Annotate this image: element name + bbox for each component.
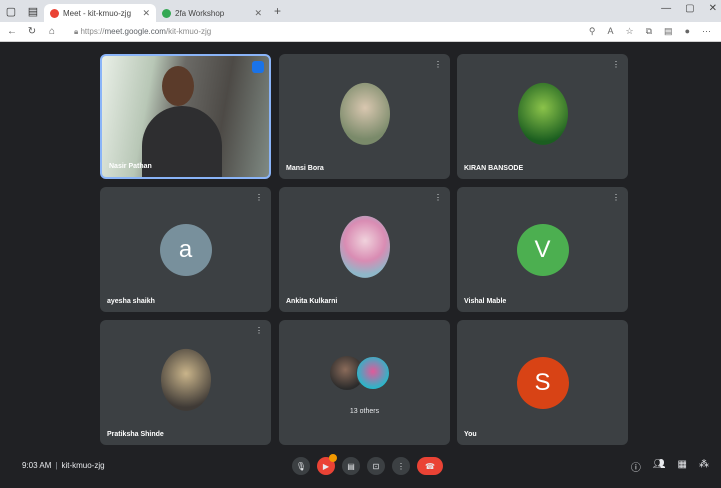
side-controls: ⓘ 👥︎ ▦ ⁂ xyxy=(631,459,709,474)
participant-tile[interactable]: ⋮ KIRAN BANSODE xyxy=(457,54,628,179)
meet-favicon-icon xyxy=(50,8,59,18)
more-options-icon[interactable]: ⋮ xyxy=(255,326,263,335)
tab-workshop[interactable]: 2fa Workshop ✕ xyxy=(156,4,268,22)
participant-avatar: V xyxy=(516,223,569,276)
others-tile[interactable]: 13 others xyxy=(279,320,450,445)
extensions-icon[interactable]: ⧉ xyxy=(646,26,652,37)
profile-icon[interactable]: ● xyxy=(685,26,690,37)
meeting-time: 9:03 AM xyxy=(22,461,52,470)
tab-label: 2fa Workshop xyxy=(175,8,225,18)
chat-icon[interactable]: ▦ xyxy=(678,459,687,474)
more-options-icon[interactable]: ⋮ xyxy=(434,60,442,69)
more-options-icon[interactable]: ⋮ xyxy=(612,193,620,202)
participant-tile[interactable]: ⋮ Pratiksha Shinde xyxy=(100,320,271,445)
call-controls: 🎙︎ ▶ ▤ ⊡ ⋮ ☎ xyxy=(292,454,443,475)
separator: | xyxy=(55,461,58,470)
participant-tile[interactable]: ⋮ Mansi Bora xyxy=(279,54,450,179)
participant-avatar: a xyxy=(159,223,212,276)
others-count: 13 others xyxy=(349,408,380,415)
participant-photo xyxy=(339,82,390,145)
captions-icon[interactable]: ▤ xyxy=(342,457,360,475)
browser-menu-icon[interactable]: ⋯ xyxy=(702,26,711,37)
meeting-info: 9:03 AM | kit-kmuo-zjg xyxy=(22,461,105,470)
more-options-icon[interactable]: ⋮ xyxy=(434,193,442,202)
more-options-icon[interactable]: ⋮ xyxy=(392,457,410,475)
participant-name: You xyxy=(464,431,477,438)
more-options-icon[interactable]: ⋮ xyxy=(612,60,620,69)
maximize-icon[interactable]: ▢ xyxy=(685,3,694,14)
camera-icon[interactable]: ▶ xyxy=(317,454,337,475)
people-icon[interactable]: 👥︎ xyxy=(653,459,666,474)
participant-photo xyxy=(517,82,568,145)
self-tile[interactable]: S You xyxy=(457,320,628,445)
browser-toolbar: ⚲ A ☆ ⧉ ▤ ● ⋯ xyxy=(589,26,711,37)
participant-tile[interactable]: ⋮ Ankita Kulkarni xyxy=(279,187,450,312)
mic-icon[interactable]: 🎙︎ xyxy=(292,457,310,475)
participant-photo xyxy=(339,215,390,278)
participant-name: ayesha shaikh xyxy=(107,298,155,305)
workspaces-icon[interactable]: ▤ xyxy=(22,0,44,22)
participant-tile[interactable]: ⋮ a ayesha shaikh xyxy=(100,187,271,312)
participant-tile[interactable]: Nasir Pathan xyxy=(100,54,271,179)
tab-label: Meet - kit-kmuo-zjg xyxy=(63,8,132,18)
minimize-icon[interactable]: — xyxy=(661,3,671,14)
camera-in-use-icon[interactable]: ⚲ xyxy=(589,26,596,37)
new-tab-button[interactable]: + xyxy=(274,4,281,18)
meet-control-bar: 9:03 AM | kit-kmuo-zjg 🎙︎ ▶ ▤ ⊡ ⋮ ☎ ⓘ 👥︎ ▦… xyxy=(0,446,721,488)
refresh-icon[interactable]: ↻ xyxy=(24,26,40,37)
activities-icon[interactable]: ⁂ xyxy=(699,459,709,474)
workshop-favicon-icon xyxy=(162,8,171,18)
browser-tab-bar: ▢ ▤ Meet - kit-kmuo-zjg ✕ 2fa Workshop ✕… xyxy=(0,0,721,22)
url-host: meet.google.com xyxy=(104,26,166,36)
address-bar: ← ↻ ⌂ 🔒︎ https://meet.google.com/kit-kmu… xyxy=(0,22,721,42)
meet-stage: Nasir Pathan ⋮ Mansi Bora ⋮ KIRAN BANSOD… xyxy=(0,42,721,446)
pin-icon[interactable] xyxy=(252,61,264,73)
url-field[interactable]: 🔒︎ https://meet.google.com/kit-kmuo-zjg xyxy=(74,27,589,37)
favorite-icon[interactable]: ☆ xyxy=(626,26,634,37)
meeting-code: kit-kmuo-zjg xyxy=(61,461,105,470)
info-icon[interactable]: ⓘ xyxy=(631,459,641,474)
present-icon[interactable]: ⊡ xyxy=(367,457,385,475)
close-tab-icon[interactable]: ✕ xyxy=(254,8,262,19)
participant-name: KIRAN BANSODE xyxy=(464,165,524,172)
more-options-icon[interactable]: ⋮ xyxy=(255,193,263,202)
others-avatars xyxy=(329,355,400,390)
participant-name: Ankita Kulkarni xyxy=(286,298,338,305)
close-window-icon[interactable]: ✕ xyxy=(709,3,717,14)
back-icon[interactable]: ← xyxy=(4,26,20,37)
window-controls: — ▢ ✕ xyxy=(661,3,717,14)
participant-photo xyxy=(160,348,211,411)
participant-name: Pratiksha Shinde xyxy=(107,431,164,438)
warning-badge xyxy=(329,454,337,462)
url-prefix: https:// xyxy=(80,26,105,36)
participant-name: Vishal Mable xyxy=(464,298,507,305)
hangup-icon[interactable]: ☎ xyxy=(417,457,443,475)
home-icon[interactable]: ⌂ xyxy=(44,26,60,37)
participant-tile[interactable]: ⋮ V Vishal Mable xyxy=(457,187,628,312)
participant-name: Mansi Bora xyxy=(286,165,324,172)
close-tab-icon[interactable]: ✕ xyxy=(142,8,150,19)
window-menu-icon[interactable]: ▢ xyxy=(0,0,22,22)
collections-icon[interactable]: ▤ xyxy=(664,26,673,37)
self-avatar: S xyxy=(516,356,569,409)
read-aloud-icon[interactable]: A xyxy=(608,26,614,37)
url-path: /kit-kmuo-zjg xyxy=(165,26,212,36)
participant-name: Nasir Pathan xyxy=(109,163,152,170)
tab-meet[interactable]: Meet - kit-kmuo-zjg ✕ xyxy=(44,4,156,22)
participant-video xyxy=(142,66,222,177)
